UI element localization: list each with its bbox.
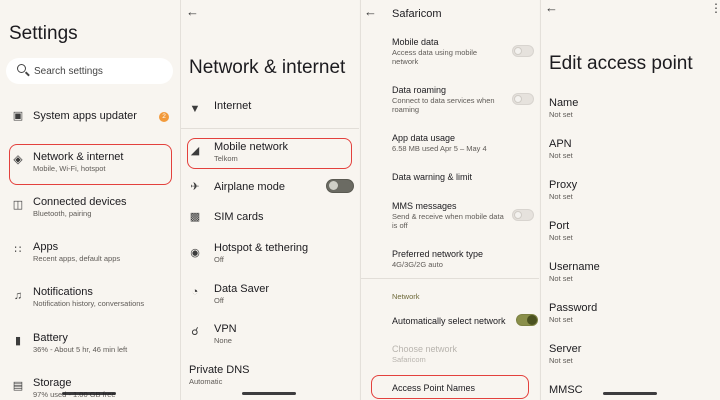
network-panel: ← Network & internet ▼ Internet ◢ Mobile… — [181, 0, 359, 400]
network-item-sub: None — [214, 336, 232, 345]
network-item-label: Mobile network — [214, 141, 288, 153]
vpn-key-icon: ☌ — [191, 326, 199, 338]
edit-apn-panel: ← ⋮ Edit access point Name Not set APN N… — [541, 0, 720, 400]
page-title: Edit access point — [549, 53, 693, 74]
page-title: Safaricom — [392, 8, 442, 20]
network-item-label: Hotspot & tethering — [214, 242, 309, 254]
section-header-network: Network — [392, 292, 420, 301]
sim-card-icon: ▩ — [189, 211, 201, 223]
apn-field-label: Server — [549, 343, 582, 355]
hotspot-icon: ◉ — [190, 247, 200, 259]
wifi-icon: ◈ — [13, 152, 23, 166]
sim-item-label: Choose network — [392, 344, 458, 354]
apn-field-value: Not set — [549, 110, 573, 119]
sim-item-sub: 4G/3G/2G auto — [392, 260, 443, 269]
sim-item-label: Access Point Names — [392, 383, 476, 393]
sim-item-sub: Send & receive when mobile data — [392, 212, 504, 221]
system-update-icon: ▣ — [12, 110, 24, 122]
settings-item-label: Connected devices — [33, 196, 127, 208]
battery-icon: ▮ — [14, 335, 22, 347]
page-title: Network & internet — [189, 57, 346, 78]
settings-item-sub: Mobile, Wi-Fi, hotspot — [33, 164, 106, 173]
mobile-data-toggle[interactable] — [512, 45, 534, 57]
wifi-icon: ▼ — [189, 103, 201, 115]
sim-item-label: App data usage — [392, 133, 456, 143]
apps-grid-icon: ∷ — [14, 244, 22, 256]
apn-field-label: Password — [549, 302, 598, 314]
storage-icon: ▤ — [12, 380, 24, 392]
sim-item-sub: 6.58 MB used Apr 5 – May 4 — [392, 144, 487, 153]
network-item-label: Data Saver — [214, 283, 270, 295]
network-item-label: SIM cards — [214, 211, 264, 223]
network-item-sub: Telkom — [214, 154, 238, 163]
data-roaming-toggle[interactable] — [512, 93, 534, 105]
settings-item-label: Notifications — [33, 286, 93, 298]
sim-item-sub: is off — [392, 221, 408, 230]
devices-icon: ◫ — [12, 199, 24, 211]
sim-item-sub: network — [392, 57, 419, 66]
divider — [181, 128, 359, 129]
bell-icon: ♫ — [13, 290, 23, 302]
apn-field-label: Proxy — [549, 179, 578, 191]
network-item-label: Private DNS — [189, 364, 250, 376]
airplane-icon: ✈ — [190, 181, 200, 193]
search-placeholder: Search settings — [34, 66, 103, 77]
back-arrow-icon[interactable]: ← — [364, 4, 377, 19]
settings-item-label: Network & internet — [33, 151, 124, 163]
settings-item-label: System apps updater — [33, 110, 137, 122]
network-item-label: VPN — [214, 323, 237, 335]
signal-icon: ◢ — [190, 145, 200, 157]
divider — [361, 278, 539, 279]
search-icon — [17, 64, 26, 73]
sim-item-label: Data roaming — [392, 85, 447, 95]
apn-field-label: Port — [549, 220, 570, 232]
sim-item-label: Automatically select network — [392, 316, 506, 326]
apn-field-label: APN — [549, 138, 572, 150]
settings-item-label: Apps — [33, 241, 59, 253]
gesture-nav-bar[interactable] — [603, 392, 657, 395]
apn-field-label: MMSC — [549, 384, 583, 396]
safaricom-panel: ← Safaricom Mobile data Access data usin… — [361, 0, 539, 400]
sim-item-label: Preferred network type — [392, 249, 484, 259]
network-item-label: Internet — [214, 100, 252, 112]
network-item-sub: Automatic — [189, 377, 223, 386]
apn-field-value: Not set — [549, 315, 573, 324]
apn-field-value: Not set — [549, 233, 573, 242]
settings-item-label: Battery — [33, 332, 68, 344]
sim-item-label: Data warning & limit — [392, 172, 473, 182]
page-title: Settings — [9, 23, 78, 44]
apn-field-value: Not set — [549, 192, 573, 201]
settings-item-sub: Notification history, conversations — [33, 299, 145, 308]
sim-item-label: MMS messages — [392, 201, 457, 211]
network-item-label: Airplane mode — [214, 181, 285, 193]
data-saver-icon: ◔ — [191, 286, 199, 298]
apn-field-value: Not set — [549, 356, 573, 365]
sim-item-sub: Safaricom — [392, 355, 426, 364]
sim-item-label: Mobile data — [392, 37, 439, 47]
apn-field-label: Username — [549, 261, 600, 273]
more-options-icon[interactable]: ⋮ — [710, 1, 720, 15]
back-arrow-icon[interactable]: ← — [545, 0, 558, 15]
airplane-mode-toggle[interactable] — [326, 179, 354, 193]
back-arrow-icon[interactable]: ← — [186, 4, 199, 19]
apn-field-value: Not set — [549, 151, 573, 160]
search-input[interactable]: Search settings — [6, 58, 173, 84]
mms-toggle[interactable] — [512, 209, 534, 221]
settings-item-sub: 36% - About 5 hr, 46 min left — [33, 345, 128, 354]
settings-item-sub: Bluetooth, pairing — [33, 209, 92, 218]
settings-panel: Settings Search settings ▣ System apps u… — [0, 0, 180, 400]
auto-select-network-toggle[interactable] — [516, 314, 538, 326]
apn-field-value: Not set — [549, 274, 573, 283]
network-item-sub: Off — [214, 296, 224, 305]
settings-item-sub: Recent apps, default apps — [33, 254, 121, 263]
network-item-sub: Off — [214, 255, 224, 264]
gesture-nav-bar[interactable] — [242, 392, 296, 395]
sim-item-sub: roaming — [392, 105, 420, 114]
gesture-nav-bar[interactable] — [62, 392, 116, 395]
settings-item-label: Storage — [33, 377, 72, 389]
apn-field-label: Name — [549, 97, 579, 109]
update-count-badge: 2 — [159, 112, 169, 122]
